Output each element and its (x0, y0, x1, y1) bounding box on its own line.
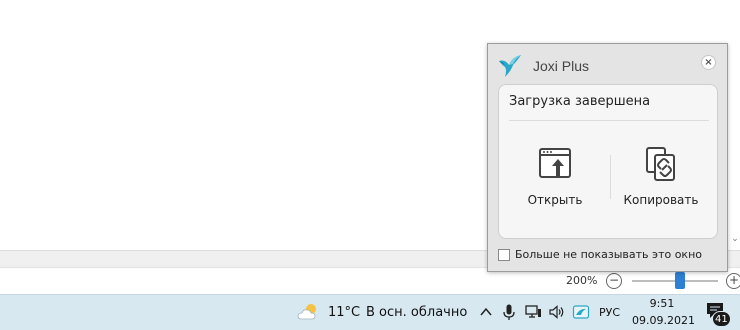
zoom-out-button[interactable]: − (606, 273, 622, 289)
open-label: Открыть (527, 193, 583, 207)
clock-date[interactable]: 09.09.2021 (632, 314, 695, 327)
zoom-level: 200% (566, 274, 598, 287)
weather-temperature[interactable]: 11°C (328, 305, 360, 320)
dont-show-again-checkbox[interactable] (498, 249, 510, 261)
copy-link-icon (646, 147, 675, 181)
partly-cloudy-icon[interactable] (296, 301, 320, 323)
clock-time[interactable]: 9:51 (640, 297, 684, 310)
copy-label: Копировать (623, 193, 699, 207)
input-language[interactable]: РУС (599, 306, 620, 319)
taskbar: 11°C В осн. облачно РУС 9:51 09.09.2021 … (0, 294, 740, 330)
show-hidden-icons-chevron-icon[interactable] (477, 303, 495, 321)
microphone-icon[interactable] (500, 303, 518, 321)
copy-button[interactable]: Копировать (611, 147, 711, 227)
zoom-in-button[interactable]: + (726, 273, 740, 289)
joxi-title: Joxi Plus (533, 58, 590, 74)
zoom-slider-thumb[interactable] (675, 272, 685, 289)
joxi-notification-popup: Joxi Plus × Загрузка завершена Открыть К… (487, 43, 728, 272)
scroll-down-arrow[interactable]: ⌄ (730, 232, 740, 246)
network-icon[interactable] (524, 303, 542, 321)
joxi-content-panel: Загрузка завершена Открыть Копировать (498, 84, 718, 239)
upload-status-text: Загрузка завершена (509, 94, 651, 109)
volume-icon[interactable] (548, 303, 566, 321)
joxi-hummingbird-logo-icon (497, 53, 523, 79)
close-button[interactable]: × (701, 55, 716, 70)
divider (509, 120, 709, 121)
dont-show-again-label[interactable]: Больше не показывать это окно (515, 248, 702, 261)
open-window-icon (539, 148, 571, 178)
open-button[interactable]: Открыть (505, 147, 605, 227)
notification-count-badge: 41 (712, 311, 731, 327)
joxi-tray-icon[interactable] (572, 303, 590, 321)
weather-description[interactable]: В осн. облачно (366, 305, 467, 320)
